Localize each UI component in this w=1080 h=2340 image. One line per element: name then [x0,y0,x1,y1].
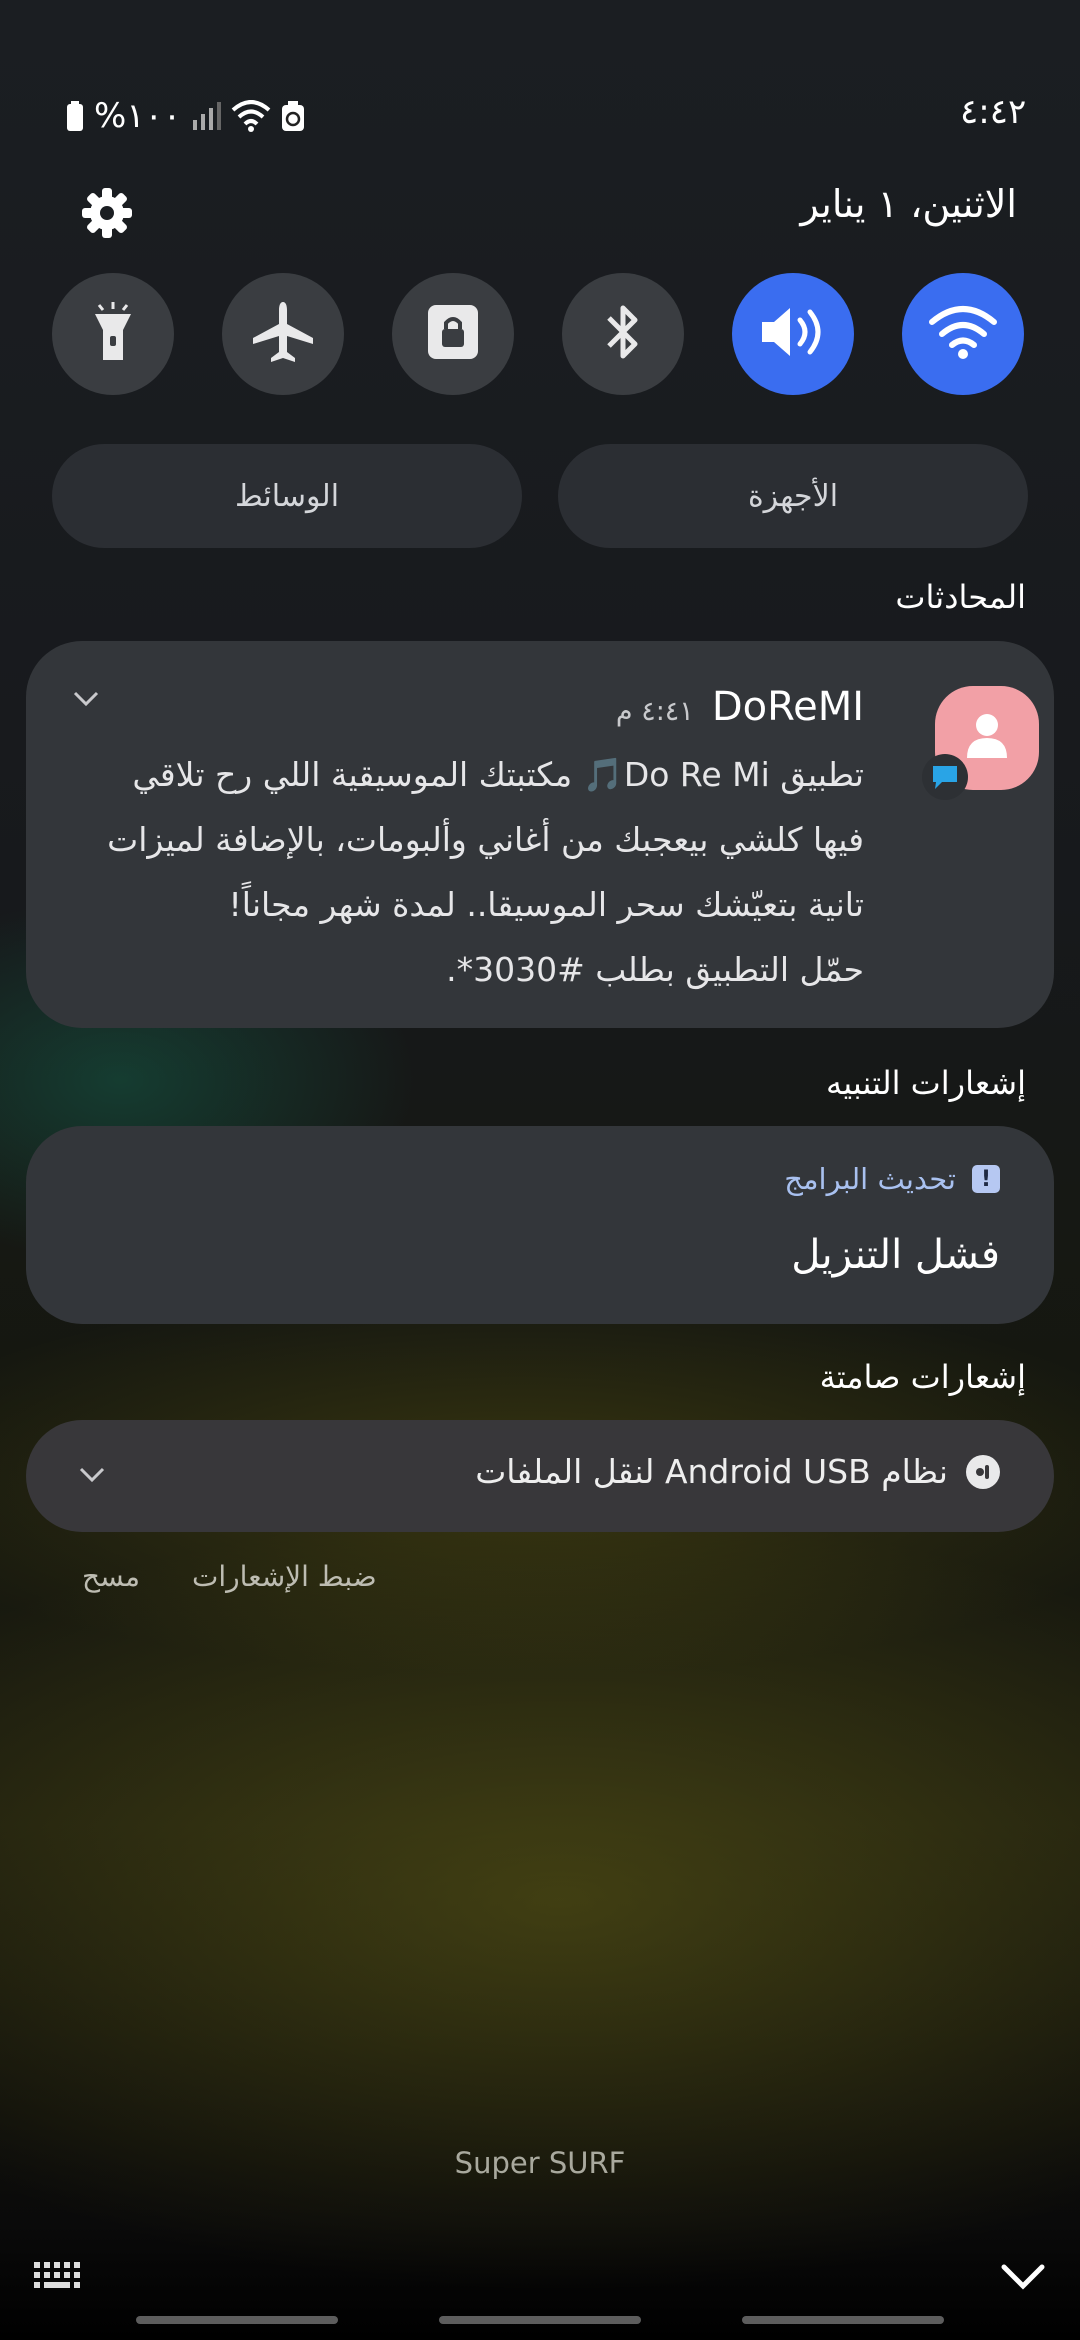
bluetooth-toggle[interactable] [562,273,684,395]
alert-icon: ! [972,1165,1000,1193]
chevron-down-icon[interactable] [78,1466,106,1488]
message-line: تانية بتعيّشك سحر الموسيقا.. لمدة شهر مج… [228,885,864,924]
rotation-lock-toggle[interactable] [392,273,514,395]
message-line: حمّل التطبيق بطلب #3030*. [446,950,864,989]
nav-recents-handle[interactable] [136,2316,338,2324]
battery-percentage: %١٠٠ [94,96,182,136]
bluetooth-icon [603,300,643,368]
chevron-down-icon[interactable] [1000,2262,1046,2296]
message-line: تطبيق Do Re Mi🎵 مكتبتك الموسيقية اللي رح… [132,755,864,794]
clear-button[interactable]: مسح [82,1560,140,1593]
alert-title: فشل التنزيل [791,1232,1000,1278]
wifi-status-icon [231,100,271,132]
devices-button[interactable]: الأجهزة [558,444,1028,548]
message-line: فيها كلشي بيعجبك من أغاني وألبومات، بالإ… [107,820,864,859]
usb-notification-text: نظام Android USB لنقل الملفات [475,1452,948,1491]
conversations-title: المحادثات [895,578,1026,616]
airplane-mode-toggle[interactable] [222,273,344,395]
alert-app-name: تحديث البرامج [784,1162,956,1196]
signal-icon [191,102,222,130]
nav-back-handle[interactable] [742,2316,944,2324]
silent-title: إشعارات صامتة [819,1358,1026,1396]
flashlight-icon [89,302,137,366]
software-update-notification[interactable] [26,1126,1054,1324]
battery-icon [66,101,84,131]
airplane-icon [251,300,315,368]
flashlight-toggle[interactable] [52,273,174,395]
conversation-header: DoReMI ٤:٤١ م [616,684,864,730]
carrier-label: Super SURF [454,2146,626,2180]
volume-icon [758,302,828,366]
wifi-toggle[interactable] [902,273,1024,395]
wifi-icon [928,304,998,364]
android-system-icon [966,1454,1000,1489]
chevron-down-icon[interactable] [72,690,100,712]
sender-name: DoReMI [711,684,864,730]
nav-home-handle[interactable] [439,2316,641,2324]
message-time: ٤:٤١ م [615,696,694,727]
alert-app-row: ! تحديث البرامج [784,1162,1000,1196]
status-icons: %١٠٠ [66,96,305,136]
lock-icon [426,303,480,365]
date-label: الاثنين، ١ يناير [800,182,1017,226]
recycle-icon [281,101,305,131]
person-icon [965,712,1009,764]
media-button[interactable]: الوسائط [52,444,522,548]
keyboard-icon[interactable] [30,2258,90,2298]
alerts-title: إشعارات التنبيه [826,1064,1026,1102]
message-body: تطبيق Do Re Mi🎵 مكتبتك الموسيقية اللي رح… [104,742,864,1002]
gear-icon[interactable] [80,186,134,240]
sound-toggle[interactable] [732,273,854,395]
status-time: ٤:٤٢ [960,92,1027,132]
usb-row: نظام Android USB لنقل الملفات [475,1452,1000,1491]
message-badge-icon [922,754,968,800]
notification-settings-button[interactable]: ضبط الإشعارات [192,1560,377,1593]
